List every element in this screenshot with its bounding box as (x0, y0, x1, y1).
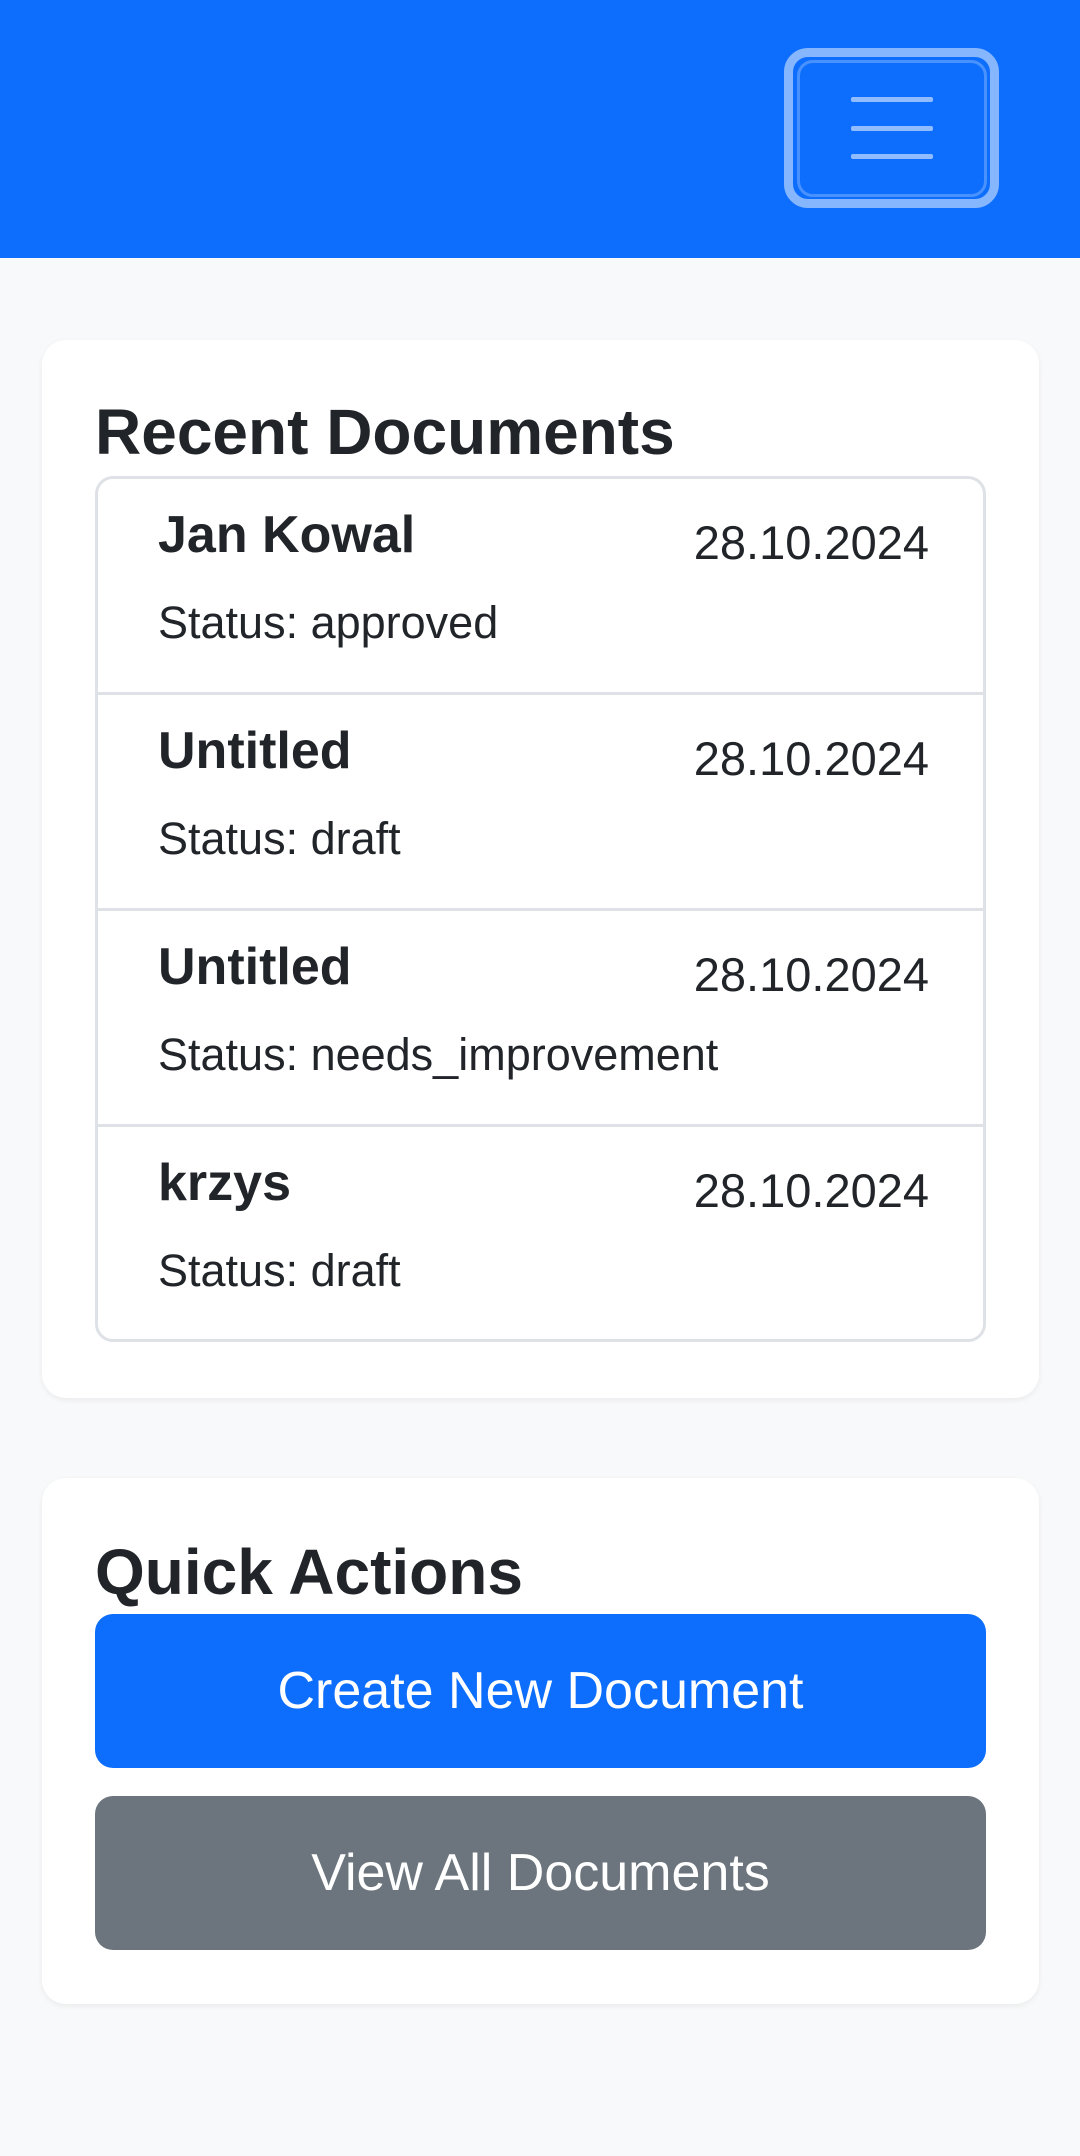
document-name: krzys (158, 1154, 291, 1212)
navbar (0, 0, 1080, 258)
quick-actions-title: Quick Actions (95, 1536, 523, 1608)
document-status: Status: approved (158, 597, 499, 648)
document-status: Status: needs_improvement (158, 1029, 719, 1080)
document-list-item[interactable]: Untitled 28.10.2024 Status: draft (98, 695, 983, 911)
document-name: Untitled (158, 938, 352, 996)
view-all-documents-button[interactable]: View All Documents (95, 1796, 986, 1950)
document-date: 28.10.2024 (693, 948, 929, 1001)
document-status: Status: draft (158, 1245, 401, 1296)
document-list-item[interactable]: krzys 28.10.2024 Status: draft (98, 1127, 983, 1339)
document-list-item[interactable]: Jan Kowal 28.10.2024 Status: approved (98, 479, 983, 695)
navbar-toggler-button[interactable] (784, 48, 999, 208)
document-date: 28.10.2024 (693, 732, 929, 785)
create-new-document-button[interactable]: Create New Document (95, 1614, 986, 1768)
document-date: 28.10.2024 (693, 1164, 929, 1217)
document-status: Status: draft (158, 813, 401, 864)
document-name: Untitled (158, 722, 352, 780)
quick-actions-card: Quick Actions Create New Document View A… (42, 1478, 1039, 2004)
document-name: Jan Kowal (158, 506, 416, 564)
recent-documents-card: Recent Documents Jan Kowal 28.10.2024 St… (42, 340, 1039, 1398)
recent-documents-title: Recent Documents (95, 396, 675, 468)
navbar-toggler-focus-ring (796, 59, 987, 197)
document-date: 28.10.2024 (693, 516, 929, 569)
document-list-item[interactable]: Untitled 28.10.2024 Status: needs_improv… (98, 911, 983, 1127)
hamburger-menu-icon (850, 97, 933, 159)
recent-documents-list: Jan Kowal 28.10.2024 Status: approved Un… (95, 476, 986, 1342)
